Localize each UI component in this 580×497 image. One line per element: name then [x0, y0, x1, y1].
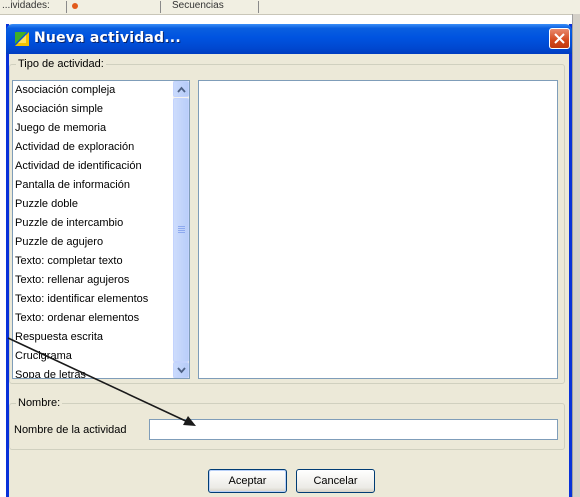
close-button[interactable] [549, 28, 570, 49]
activity-name-input[interactable] [149, 419, 558, 440]
thumb-grip-line [178, 226, 185, 227]
scroll-up-button[interactable] [173, 81, 189, 97]
activity-type-item[interactable]: Pantalla de información [13, 176, 175, 195]
activity-type-item[interactable]: Texto: rellenar agujeros [13, 271, 175, 290]
activity-type-item[interactable]: Texto: completar texto [13, 252, 175, 271]
activity-type-item[interactable]: Crucigrama [13, 347, 175, 366]
background-label: ...ividades: [2, 0, 50, 11]
name-legend: Nombre: [16, 397, 63, 409]
activity-type-item[interactable]: Sopa de letras [13, 366, 175, 378]
activity-type-item[interactable]: Puzzle de intercambio [13, 214, 175, 233]
activity-type-item[interactable]: Actividad de exploración [13, 138, 175, 157]
background-window-edge [572, 14, 580, 497]
activity-type-item[interactable]: Texto: ordenar elementos [13, 309, 175, 328]
orange-status-icon [72, 3, 78, 9]
background-toolbar: ...ividades: Secuencias [0, 0, 580, 15]
thumb-grip-line [178, 228, 185, 229]
thumb-grip-line [178, 232, 185, 233]
toolbar-separator [66, 1, 67, 13]
activity-type-item[interactable]: Texto: identificar elementos [13, 290, 175, 309]
scroll-down-button[interactable] [173, 362, 189, 378]
accept-button[interactable]: Aceptar [208, 469, 287, 493]
cancel-button[interactable]: Cancelar [296, 469, 375, 493]
activity-type-item[interactable]: Asociación compleja [13, 81, 175, 100]
background-tab-label[interactable]: Secuencias [172, 0, 224, 11]
activity-type-item[interactable]: Puzzle de agujero [13, 233, 175, 252]
toolbar-separator [160, 1, 161, 13]
activity-type-item[interactable]: Actividad de identificación [13, 157, 175, 176]
activity-type-item[interactable]: Respuesta escrita [13, 328, 175, 347]
chevron-up-icon [177, 86, 186, 93]
activity-type-items: Asociación compleja Asociación simple Jueg… [13, 81, 175, 378]
close-icon [554, 33, 565, 44]
toolbar-separator [258, 1, 259, 13]
activity-type-item[interactable]: Puzzle doble [13, 195, 175, 214]
app-logo-icon [15, 32, 29, 46]
activity-preview-panel [198, 80, 558, 379]
dialog-title: Nueva actividad... [34, 30, 181, 46]
list-scrollbar[interactable] [173, 81, 189, 378]
activity-type-item[interactable]: Juego de memoria [13, 119, 175, 138]
scroll-thumb[interactable] [173, 98, 189, 362]
activity-type-list[interactable]: Asociación compleja Asociación simple Jueg… [12, 80, 190, 379]
dialog-title-bar[interactable]: Nueva actividad... [6, 24, 572, 54]
chevron-down-icon [177, 367, 186, 374]
activity-name-label: Nombre de la actividad [14, 424, 127, 436]
activity-type-legend: Tipo de actividad: [16, 58, 106, 70]
activity-type-item[interactable]: Asociación simple [13, 100, 175, 119]
thumb-grip-line [178, 230, 185, 231]
